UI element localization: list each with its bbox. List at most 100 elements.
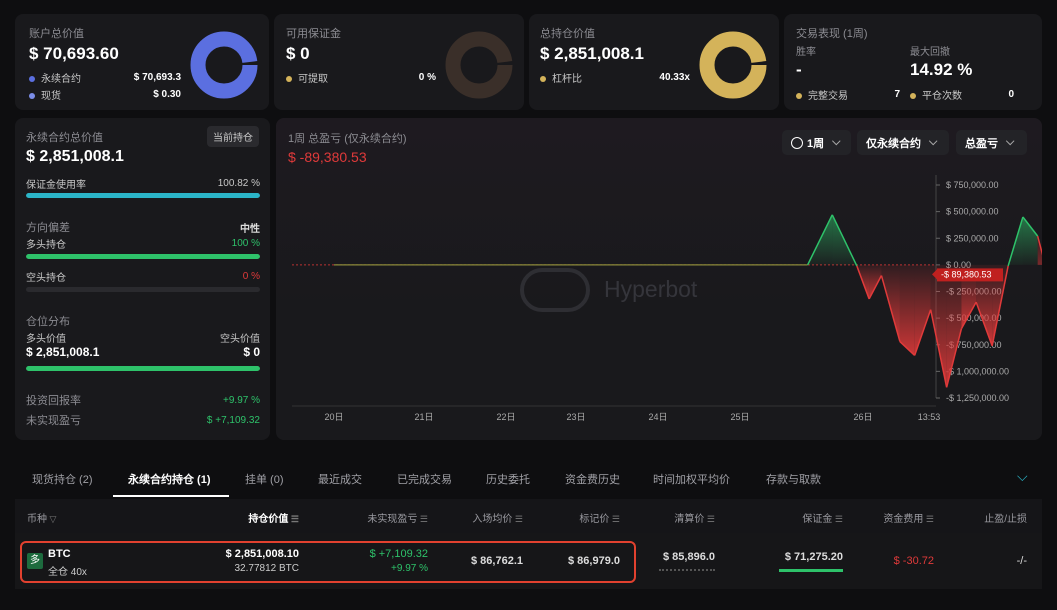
clock-icon	[791, 136, 803, 149]
x-tick-label: 23日	[566, 412, 585, 422]
sort-icon[interactable]: ☰	[609, 514, 620, 524]
margin-cell: $ 71,275.20	[784, 551, 843, 563]
chart-title: 1周 总盈亏 (仅永续合约)	[288, 133, 407, 145]
upnl-cell: $ +7,109.32	[369, 548, 428, 560]
tab-8[interactable]: 存款与取款	[766, 471, 821, 487]
position-value-cell: $ 2,851,008.10	[225, 548, 299, 560]
entry-price-cell: $ 86,762.1	[471, 555, 523, 567]
short-position-row: 空头持仓 0 %	[26, 269, 260, 284]
sort-icon[interactable]: ☰	[512, 514, 523, 524]
perp-title: 永续合约总价值	[26, 132, 103, 144]
period-label: 1周	[807, 137, 825, 150]
sort-icon[interactable]: ☰	[923, 514, 934, 524]
tab-underline	[113, 495, 229, 497]
perp-filter-dropdown[interactable]: 仅永续合约 ⌵	[857, 130, 949, 155]
distribution-label: 仓位分布	[26, 316, 70, 328]
period-dropdown[interactable]: 1周 ⌵	[782, 130, 851, 155]
y-tick-label: $ 500,000.00	[946, 207, 999, 217]
short-value-label: 空头价值	[220, 334, 260, 345]
table-header-8[interactable]: 止盈/止损	[984, 510, 1027, 525]
upnl-row: 未实现盈亏 $ +7,109.32	[26, 412, 260, 428]
y-tick-label: -$ 1,000,000.00	[946, 366, 1009, 376]
x-tick-label: 13:53	[918, 412, 941, 422]
table-header-label: 币种	[27, 514, 47, 525]
current-position-badge[interactable]: 当前持仓	[207, 126, 259, 147]
short-position-label: 空头持仓	[26, 273, 66, 284]
table-header-7[interactable]: 资金费用 ☰	[883, 510, 934, 525]
tab-7[interactable]: 时间加权平均价	[653, 471, 730, 487]
tab-4[interactable]: 已完成交易	[397, 471, 452, 487]
table-header-6[interactable]: 保证金 ☰	[802, 510, 843, 525]
account-spot-row: 现货 $ 0.30	[29, 87, 181, 102]
metric-label: 总盈亏	[965, 137, 998, 150]
area-segment	[1022, 216, 1038, 265]
chart-pnl-value: $ -89,380.53	[288, 149, 367, 165]
winrate-value: -	[796, 60, 802, 79]
close-count-label: 平仓次数	[922, 91, 962, 102]
liq-price-cell: $ 85,896.0	[663, 551, 715, 563]
completed-trades-label: 完整交易	[808, 91, 848, 102]
upnl-label: 未实现盈亏	[26, 415, 81, 427]
metric-dropdown[interactable]: 总盈亏 ⌵	[956, 130, 1027, 155]
sort-icon[interactable]: ☰	[832, 514, 843, 524]
tab-1[interactable]: 永续合约持仓 (1)	[128, 471, 211, 487]
funding-cell: $ -30.72	[893, 555, 934, 567]
chevron-down-icon: ⌵	[1006, 136, 1015, 148]
y-tick-label: -$ 1,250,000.00	[946, 393, 1009, 403]
distribution-labels-row: 多头价值 空头价值	[26, 330, 260, 345]
filter-icon[interactable]: ▽	[47, 514, 57, 524]
margin-card: 可用保证金 $ 0 可提取 0 %	[274, 14, 524, 110]
x-tick-label: 24日	[648, 412, 667, 422]
table-header-3[interactable]: 入场均价 ☰	[472, 510, 523, 525]
direction-row: 方向偏差 中性	[26, 219, 260, 235]
margin-usage-label: 保证金使用率	[26, 180, 86, 191]
collapse-chevron-icon[interactable]: ⌵	[1017, 468, 1028, 485]
account-perp-label: 永续合约	[41, 74, 81, 85]
account-perp-value: $ 70,693.3	[133, 72, 181, 83]
position-leverage-row: 杠杆比 40.33x	[540, 70, 690, 85]
sort-icon[interactable]: ☰	[288, 514, 299, 524]
direction-label: 方向偏差	[26, 222, 70, 234]
sort-icon[interactable]: ☰	[704, 514, 715, 524]
sort-icon[interactable]: ☰	[417, 514, 428, 524]
table-header-label: 持仓价值	[248, 514, 289, 525]
x-tick-label: 21日	[414, 412, 433, 422]
tab-2[interactable]: 挂单 (0)	[245, 471, 284, 487]
close-count-row: 平仓次数 0	[910, 87, 1014, 102]
mark-price-cell: $ 86,979.0	[568, 555, 620, 567]
long-position-bar	[26, 254, 260, 259]
table-header-4[interactable]: 标记价 ☰	[579, 510, 620, 525]
filter-label: 仅永续合约	[866, 137, 921, 150]
performance-title: 交易表现 (1周)	[796, 28, 868, 40]
roi-row: 投资回报率 +9.97 %	[26, 392, 260, 408]
distribution-values-row: $ 2,851,008.1 $ 0	[26, 345, 260, 359]
direction-value: 中性	[240, 223, 260, 235]
margin-usage-value: 100.82 %	[217, 178, 260, 189]
position-size-cell: 32.77812 BTC	[234, 563, 300, 574]
margin-donut-chart	[445, 31, 513, 99]
position-donut-chart	[699, 31, 767, 99]
tab-3[interactable]: 最近成交	[318, 471, 362, 487]
chevron-down-icon: ⌵	[929, 136, 938, 148]
account-spot-label: 现货	[41, 91, 61, 102]
area-segment	[930, 264, 947, 388]
tpsl-cell[interactable]: -/-	[1017, 555, 1027, 567]
table-header-2[interactable]: 未实现盈亏 ☰	[367, 510, 428, 525]
table-header-1[interactable]: 持仓价值 ☰	[248, 510, 299, 525]
tab-5[interactable]: 历史委托	[486, 471, 530, 487]
distribution-bar	[26, 366, 260, 371]
table-header-0[interactable]: 币种 ▽	[27, 510, 56, 525]
account-title: 账户总价值	[29, 28, 84, 40]
table-header-5[interactable]: 清算价 ☰	[674, 510, 715, 525]
upnl-value: $ +7,109.32	[206, 414, 260, 426]
account-value-card: 账户总价值 $ 70,693.60 永续合约 $ 70,693.3 现货 $ 0…	[15, 14, 269, 110]
tab-6[interactable]: 资金费历史	[565, 471, 620, 487]
short-position-value: 0 %	[242, 271, 260, 282]
margin-usage-row: 保证金使用率 100.82 %	[26, 176, 260, 191]
long-position-label: 多头持仓	[26, 240, 66, 251]
x-tick-label: 26日	[853, 412, 872, 422]
area-segment	[914, 264, 931, 356]
tab-0[interactable]: 现货持仓 (2)	[32, 471, 93, 487]
coin-symbol[interactable]: BTC	[48, 548, 71, 560]
account-perp-row: 永续合约 $ 70,693.3	[29, 70, 181, 85]
